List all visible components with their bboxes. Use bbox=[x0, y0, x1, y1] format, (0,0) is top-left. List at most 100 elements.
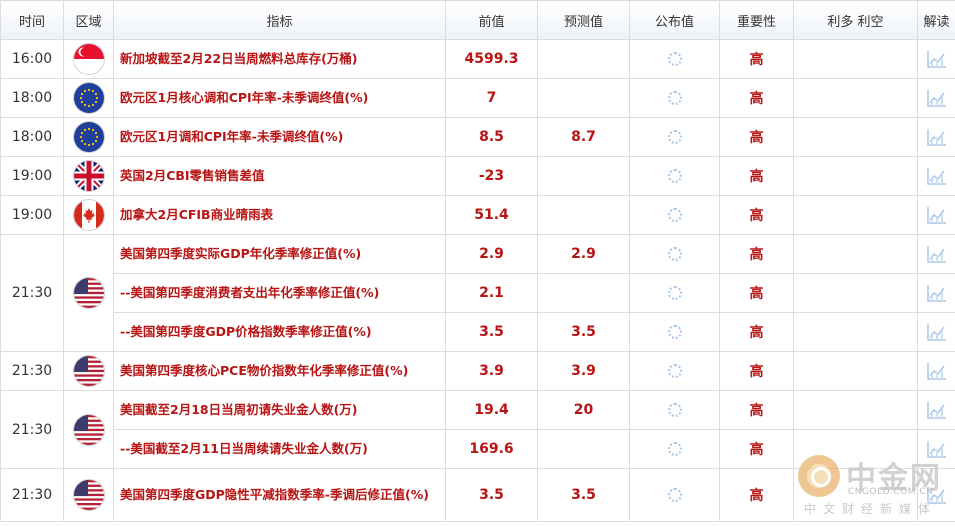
indicator-name[interactable]: 欧元区1月核心调和CPI年率-未季调终值(%) bbox=[113, 78, 446, 118]
eu-flag-icon bbox=[73, 83, 104, 113]
chart-analysis-icon[interactable] bbox=[926, 485, 948, 505]
region-cell bbox=[63, 390, 114, 469]
indicator-name[interactable]: 美国第四季度核心PCE物价指数年化季率修正值(%) bbox=[113, 351, 446, 391]
importance-value: 高 bbox=[719, 195, 794, 235]
actual-value bbox=[629, 312, 720, 352]
loading-spinner-icon bbox=[667, 208, 682, 222]
event-time: 19:00 bbox=[0, 195, 64, 235]
chart-analysis-icon[interactable] bbox=[926, 244, 948, 264]
analysis-cell[interactable] bbox=[917, 429, 955, 469]
importance-value: 高 bbox=[719, 78, 794, 118]
table-row: 18:00 欧元区1月调和CPI年率-未季调终值(%) 8.5 8.7 高 bbox=[0, 117, 955, 157]
analysis-cell[interactable] bbox=[917, 468, 955, 522]
previous-value: 2.9 bbox=[445, 234, 538, 274]
chart-analysis-icon[interactable] bbox=[926, 283, 948, 303]
chart-analysis-icon[interactable] bbox=[926, 322, 948, 342]
chart-analysis-icon[interactable] bbox=[926, 400, 948, 420]
header-indicator: 指标 bbox=[113, 0, 446, 40]
importance-value: 高 bbox=[719, 429, 794, 469]
analysis-cell[interactable] bbox=[917, 273, 955, 313]
analysis-cell[interactable] bbox=[917, 156, 955, 196]
indicator-name[interactable]: 英国2月CBI零售销售差值 bbox=[113, 156, 446, 196]
table-row: 18:00 欧元区1月核心调和CPI年率-未季调终值(%) 7 高 bbox=[0, 78, 955, 118]
header-time: 时间 bbox=[0, 0, 64, 40]
loading-spinner-icon bbox=[667, 488, 682, 502]
chart-analysis-icon[interactable] bbox=[926, 166, 948, 186]
forecast-value: 8.7 bbox=[537, 117, 630, 157]
forecast-value bbox=[537, 429, 630, 469]
analysis-cell[interactable] bbox=[917, 39, 955, 79]
impact-cell bbox=[793, 195, 918, 235]
event-time: 16:00 bbox=[0, 39, 64, 79]
importance-value: 高 bbox=[719, 117, 794, 157]
table-row: 21:30 美国第四季度实际GDP年化季率修正值(%) 2.9 2.9 高 bbox=[0, 234, 955, 352]
impact-cell bbox=[793, 468, 918, 522]
loading-spinner-icon bbox=[667, 442, 682, 456]
us-flag-icon bbox=[73, 414, 104, 445]
analysis-cell[interactable] bbox=[917, 312, 955, 352]
table-row: 16:00 新加坡截至2月22日当周燃料总库存(万桶) 4599.3 高 bbox=[0, 39, 955, 79]
loading-spinner-icon bbox=[667, 130, 682, 144]
impact-cell bbox=[793, 78, 918, 118]
actual-value bbox=[629, 195, 720, 235]
forecast-value bbox=[537, 273, 630, 313]
indicator-name[interactable]: 美国第四季度GDP隐性平减指数季率-季调后修正值(%) bbox=[113, 468, 446, 522]
impact-cell bbox=[793, 390, 918, 430]
event-time: 21:30 bbox=[0, 234, 64, 352]
loading-spinner-icon bbox=[667, 169, 682, 183]
impact-cell bbox=[793, 429, 918, 469]
importance-value: 高 bbox=[719, 234, 794, 274]
chart-analysis-icon[interactable] bbox=[926, 49, 948, 69]
analysis-cell[interactable] bbox=[917, 78, 955, 118]
chart-analysis-icon[interactable] bbox=[926, 205, 948, 225]
us-flag-icon bbox=[73, 356, 104, 386]
table-header-row: 时间 区域 指标 前值 预测值 公布值 重要性 利多 利空 解读 bbox=[0, 0, 955, 40]
indicator-name[interactable]: --美国第四季度GDP价格指数季率修正值(%) bbox=[113, 312, 446, 352]
indicator-name[interactable]: 欧元区1月调和CPI年率-未季调终值(%) bbox=[113, 117, 446, 157]
event-time: 21:30 bbox=[0, 468, 64, 522]
forecast-value bbox=[537, 78, 630, 118]
analysis-cell[interactable] bbox=[917, 234, 955, 274]
indicator-name[interactable]: --美国截至2月11日当周续请失业金人数(万) bbox=[113, 429, 446, 469]
previous-value: 3.5 bbox=[445, 468, 538, 522]
indicator-name[interactable]: 新加坡截至2月22日当周燃料总库存(万桶) bbox=[113, 39, 446, 79]
previous-value: 169.6 bbox=[445, 429, 538, 469]
previous-value: -23 bbox=[445, 156, 538, 196]
event-time: 18:00 bbox=[0, 78, 64, 118]
header-forecast: 预测值 bbox=[537, 0, 630, 40]
actual-value bbox=[629, 234, 720, 274]
header-region: 区域 bbox=[63, 0, 114, 40]
chart-analysis-icon[interactable] bbox=[926, 361, 948, 381]
actual-value bbox=[629, 78, 720, 118]
previous-value: 2.1 bbox=[445, 273, 538, 313]
table-row: 19:00 加拿大2月CFIB商业晴雨表 51.4 高 bbox=[0, 195, 955, 235]
loading-spinner-icon bbox=[667, 91, 682, 105]
chart-analysis-icon[interactable] bbox=[926, 88, 948, 108]
actual-value bbox=[629, 156, 720, 196]
chart-analysis-icon[interactable] bbox=[926, 439, 948, 459]
loading-spinner-icon bbox=[667, 52, 682, 66]
table-row: --美国第四季度GDP价格指数季率修正值(%) 3.5 3.5 高 bbox=[1, 312, 955, 352]
header-analysis: 解读 bbox=[917, 0, 955, 40]
chart-analysis-icon[interactable] bbox=[926, 127, 948, 147]
impact-cell bbox=[793, 234, 918, 274]
region-cell bbox=[63, 78, 114, 118]
indicator-name[interactable]: 美国第四季度实际GDP年化季率修正值(%) bbox=[113, 234, 446, 274]
uk-flag-icon bbox=[73, 161, 104, 191]
table-row: 21:30 美国截至2月18日当周初请失业金人数(万) 19.4 20 高 bbox=[0, 390, 955, 469]
previous-value: 4599.3 bbox=[445, 39, 538, 79]
sg-flag-icon bbox=[73, 44, 104, 74]
indicator-name[interactable]: 加拿大2月CFIB商业晴雨表 bbox=[113, 195, 446, 235]
analysis-cell[interactable] bbox=[917, 390, 955, 430]
analysis-cell[interactable] bbox=[917, 117, 955, 157]
indicator-name[interactable]: 美国截至2月18日当周初请失业金人数(万) bbox=[113, 390, 446, 430]
analysis-cell[interactable] bbox=[917, 351, 955, 391]
actual-value bbox=[629, 351, 720, 391]
forecast-value bbox=[537, 156, 630, 196]
actual-value bbox=[629, 117, 720, 157]
previous-value: 7 bbox=[445, 78, 538, 118]
indicator-name[interactable]: --美国第四季度消费者支出年化季率修正值(%) bbox=[113, 273, 446, 313]
previous-value: 51.4 bbox=[445, 195, 538, 235]
impact-cell bbox=[793, 273, 918, 313]
analysis-cell[interactable] bbox=[917, 195, 955, 235]
